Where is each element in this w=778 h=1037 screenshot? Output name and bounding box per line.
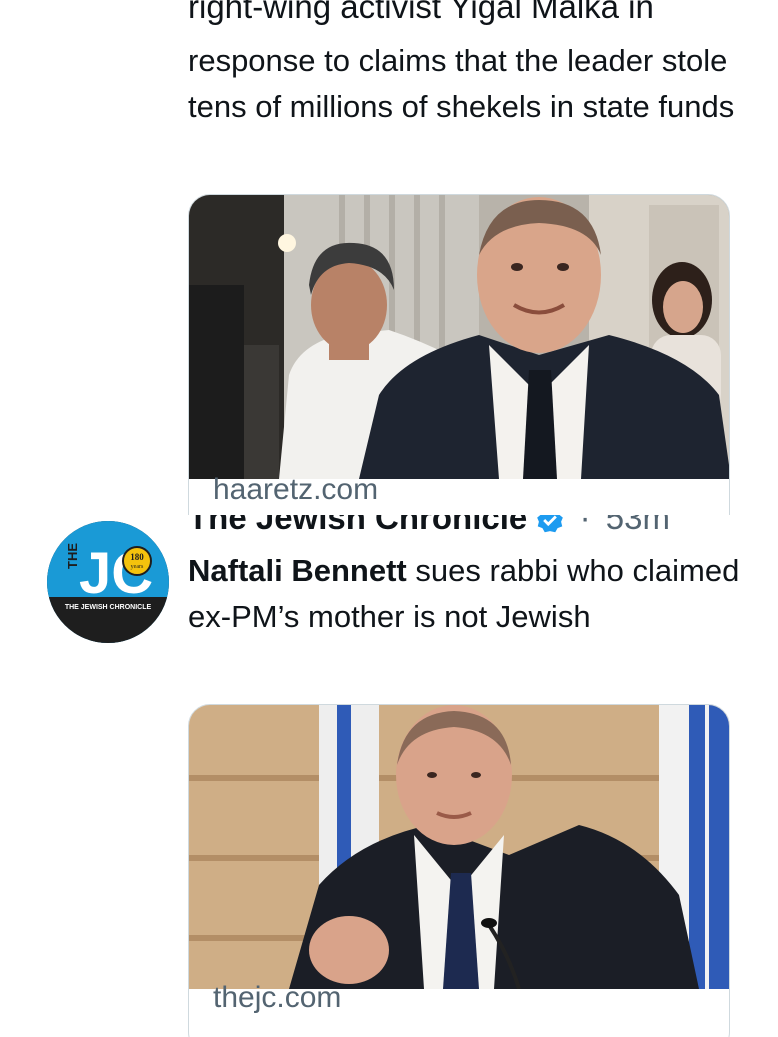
jewish-chronicle-logo: THE JC 180 years THE JEWISH CHRONICLE [47, 521, 169, 643]
link-card[interactable]: thejc.com [188, 704, 730, 1037]
tweet-text-cut-line: right-wing activist Yigal Malka in [188, 0, 654, 25]
dot-separator: · [579, 515, 591, 536]
logo-banner-text: THE JEWISH CHRONICLE [65, 604, 152, 611]
tweet-text: Naftali Bennett sues rabbi who claimed e… [188, 548, 748, 640]
tweet-time[interactable]: 53m [606, 515, 670, 536]
link-card[interactable]: haaretz.com [188, 194, 730, 515]
tweet-text-bold: Naftali Bennett [188, 553, 407, 588]
card-image-bennett-malka [189, 195, 729, 479]
tweet-text: response to claims that the leader stole… [188, 43, 735, 124]
badge-label: years [131, 564, 144, 570]
tweet-header: The Jewish Chronicle · 53m [188, 515, 670, 541]
avatar[interactable]: THE JC 180 years THE JEWISH CHRONICLE [47, 521, 169, 643]
tweet-haaretz[interactable]: right-wing activist Yigal Malka in respo… [0, 0, 778, 515]
card-domain: thejc.com [213, 981, 342, 1014]
logo-the-text: THE [65, 543, 80, 569]
verified-badge-icon [537, 515, 564, 533]
author-name[interactable]: The Jewish Chronicle [188, 515, 527, 536]
badge-number: 180 [130, 552, 144, 562]
card-image-bennett-podium [189, 705, 729, 989]
tweet-jewish-chronicle[interactable]: THE JC 180 years THE JEWISH CHRONICLE Th… [0, 515, 778, 1037]
card-domain: haaretz.com [213, 473, 379, 506]
